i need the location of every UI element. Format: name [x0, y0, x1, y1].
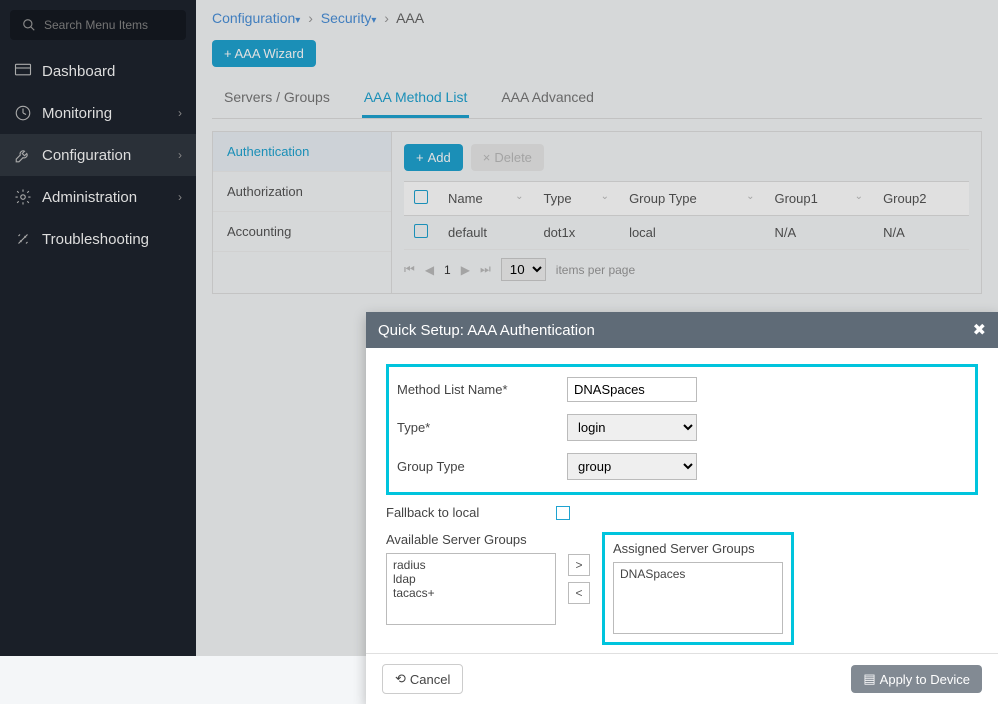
wrench-icon	[14, 146, 32, 164]
list-item[interactable]: ldap	[393, 572, 549, 586]
nav-label: Configuration	[42, 147, 131, 164]
highlight-box-1: Method List Name* Type* login Group Type…	[386, 364, 978, 495]
assigned-col: Assigned Server Groups DNASpaces	[613, 541, 783, 634]
available-listbox[interactable]: radius ldap tacacs+	[386, 553, 556, 625]
dual-list: Available Server Groups radius ldap taca…	[386, 532, 978, 645]
assigned-label: Assigned Server Groups	[613, 541, 783, 556]
monitoring-icon	[14, 104, 32, 122]
type-label: Type*	[397, 420, 567, 435]
search-box[interactable]	[10, 10, 186, 40]
modal-footer: ⟲ Cancel ▤ Apply to Device	[366, 653, 998, 704]
fallback-checkbox[interactable]	[556, 506, 570, 520]
list-item[interactable]: radius	[393, 558, 549, 572]
nav-administration[interactable]: Administration ›	[0, 176, 196, 218]
sidebar: Dashboard Monitoring › Configuration › A…	[0, 0, 196, 656]
undo-icon: ⟲	[395, 671, 406, 687]
modal-header: Quick Setup: AAA Authentication ✖	[366, 312, 998, 348]
nav-monitoring[interactable]: Monitoring ›	[0, 92, 196, 134]
move-right-button[interactable]: >	[568, 554, 590, 576]
available-col: Available Server Groups radius ldap taca…	[386, 532, 556, 625]
close-icon[interactable]: ✖	[973, 320, 986, 340]
available-label: Available Server Groups	[386, 532, 556, 547]
search-icon	[20, 16, 38, 34]
search-input[interactable]	[44, 18, 164, 32]
shuttle-controls: > <	[568, 554, 590, 604]
modal-title: Quick Setup: AAA Authentication	[378, 322, 595, 339]
nav-troubleshooting[interactable]: Troubleshooting	[0, 218, 196, 260]
assigned-listbox[interactable]: DNASpaces	[613, 562, 783, 634]
dashboard-icon	[14, 62, 32, 80]
chevron-right-icon: ›	[178, 106, 182, 120]
nav-label: Monitoring	[42, 105, 112, 122]
apply-label: Apply to Device	[880, 672, 970, 687]
nav-dashboard[interactable]: Dashboard	[0, 50, 196, 92]
tools-icon	[14, 230, 32, 248]
fallback-label: Fallback to local	[386, 505, 556, 520]
method-list-name-input[interactable]	[567, 377, 697, 402]
highlight-box-2: Assigned Server Groups DNASpaces	[602, 532, 794, 645]
move-left-button[interactable]: <	[568, 582, 590, 604]
chevron-right-icon: ›	[178, 148, 182, 162]
chevron-right-icon: ›	[178, 190, 182, 204]
save-icon: ▤	[863, 671, 875, 687]
nav-configuration[interactable]: Configuration ›	[0, 134, 196, 176]
list-item[interactable]: tacacs+	[393, 586, 549, 600]
group-type-label: Group Type	[397, 459, 567, 474]
cancel-button[interactable]: ⟲ Cancel	[382, 664, 463, 694]
nav-label: Administration	[42, 189, 137, 206]
apply-to-device-button[interactable]: ▤ Apply to Device	[851, 665, 982, 693]
method-list-name-label: Method List Name*	[397, 382, 567, 397]
group-type-select[interactable]: group	[567, 453, 697, 480]
list-item[interactable]: DNASpaces	[620, 567, 776, 581]
cancel-label: Cancel	[410, 672, 450, 687]
nav-label: Troubleshooting	[42, 231, 149, 248]
gear-icon	[14, 188, 32, 206]
quick-setup-modal: Quick Setup: AAA Authentication ✖ Method…	[366, 312, 998, 704]
nav-label: Dashboard	[42, 63, 115, 80]
type-select[interactable]: login	[567, 414, 697, 441]
modal-body: Method List Name* Type* login Group Type…	[366, 348, 998, 653]
